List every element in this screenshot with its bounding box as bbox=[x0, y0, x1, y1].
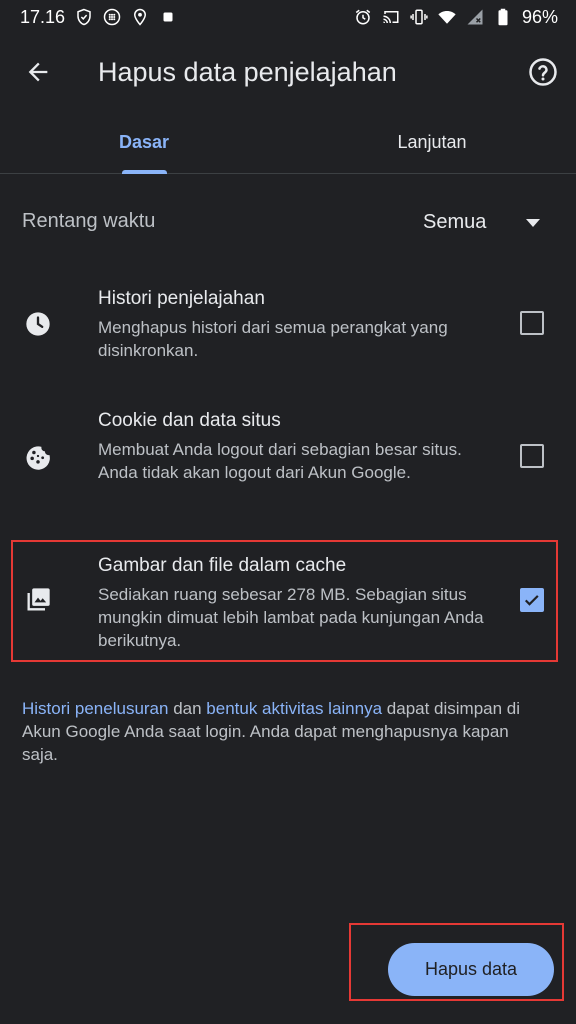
time-range-dropdown[interactable]: Semua bbox=[408, 198, 554, 246]
square-icon bbox=[159, 8, 177, 26]
option-browsing-history[interactable]: Histori penjelajahan Menghapus histori d… bbox=[0, 280, 576, 376]
dropdown-arrow-icon bbox=[526, 216, 540, 228]
time-range-value: Semua bbox=[423, 210, 487, 233]
clock-icon bbox=[24, 310, 52, 338]
option-description: Menghapus histori dari semua perangkat y… bbox=[98, 318, 448, 360]
tab-basic[interactable]: Dasar bbox=[60, 118, 228, 174]
location-icon bbox=[131, 8, 149, 26]
time-range-label: Rentang waktu bbox=[22, 210, 156, 232]
page-title: Hapus data penjelajahan bbox=[98, 57, 397, 87]
status-left: 17.16 bbox=[20, 7, 177, 28]
cookies-checkbox[interactable] bbox=[520, 444, 544, 468]
status-time: 17.16 bbox=[20, 6, 66, 27]
vibrate-icon bbox=[410, 8, 428, 26]
highlight-frame-button bbox=[349, 923, 564, 1001]
search-history-link[interactable]: Histori penelusuran bbox=[22, 699, 168, 718]
back-button[interactable] bbox=[20, 54, 56, 90]
cookie-icon bbox=[24, 442, 52, 470]
help-icon bbox=[528, 57, 558, 87]
tab-advanced[interactable]: Lanjutan bbox=[348, 118, 516, 174]
wifi-icon bbox=[438, 8, 456, 26]
status-bar: 17.16 96% bbox=[0, 0, 576, 34]
notice-text: dan bbox=[168, 699, 207, 718]
tab-bar: Dasar Lanjutan bbox=[0, 118, 576, 174]
highlight-frame-cache bbox=[11, 540, 558, 662]
status-right: 96% bbox=[354, 7, 558, 28]
history-checkbox[interactable] bbox=[520, 311, 544, 335]
app-bar: Hapus data penjelajahan bbox=[0, 40, 576, 104]
tab-indicator bbox=[122, 170, 167, 174]
sync-notice: Histori penelusuran dan bentuk aktivitas… bbox=[22, 697, 522, 766]
arrow-back-icon bbox=[24, 58, 52, 86]
grid-icon bbox=[103, 8, 121, 26]
shield-icon bbox=[75, 8, 93, 26]
option-title: Cookie dan data situs bbox=[98, 410, 281, 431]
time-range-row: Rentang waktu Semua bbox=[0, 196, 576, 248]
help-button[interactable] bbox=[526, 55, 560, 89]
signal-icon bbox=[466, 8, 484, 26]
battery-icon bbox=[494, 8, 512, 26]
cast-icon bbox=[382, 8, 400, 26]
option-title: Histori penjelajahan bbox=[98, 288, 265, 309]
alarm-icon bbox=[354, 8, 372, 26]
option-description: Membuat Anda logout dari sebagian besar … bbox=[98, 440, 462, 482]
other-activity-link[interactable]: bentuk aktivitas lainnya bbox=[206, 699, 382, 718]
option-cookies[interactable]: Cookie dan data situs Membuat Anda logou… bbox=[0, 402, 576, 520]
battery-percent: 96% bbox=[521, 6, 558, 27]
